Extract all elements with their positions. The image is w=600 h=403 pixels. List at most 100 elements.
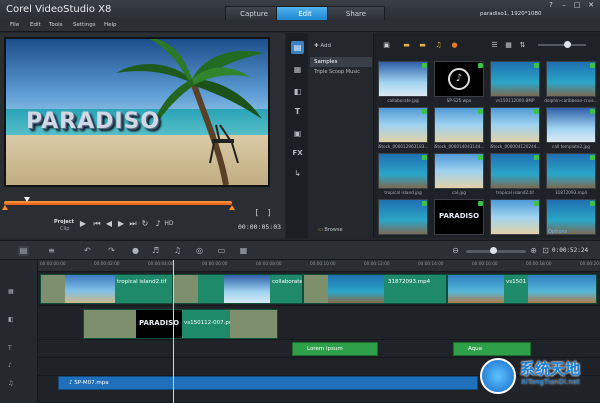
library-thumbnail[interactable]	[434, 153, 484, 189]
record-capture-icon[interactable]: ●	[130, 246, 141, 256]
clip-mode-label[interactable]: Clip	[60, 226, 69, 232]
clip-thumbnail	[528, 275, 596, 303]
library-thumbnail[interactable]	[378, 61, 428, 97]
instant-project-icon[interactable]: ▦	[291, 63, 304, 76]
overlay-track-icon[interactable]: ◧	[8, 316, 14, 323]
timeline-view-icon[interactable]: ≡	[46, 246, 57, 256]
repeat-icon[interactable]: ↻	[140, 219, 150, 229]
menu-help[interactable]: Help	[104, 22, 117, 28]
preview-window[interactable]: PARADISO	[4, 37, 270, 187]
scrub-handle[interactable]	[23, 197, 30, 202]
auto-music-icon[interactable]: ♫	[172, 246, 183, 256]
library-thumbnail[interactable]	[490, 107, 540, 143]
motion-tracking-icon[interactable]: ◎	[194, 246, 205, 256]
subtitle-editor-icon[interactable]: ▭	[216, 246, 227, 256]
sound-mixer-icon[interactable]: ♬	[150, 246, 161, 256]
video-track-icon[interactable]: ▦	[8, 288, 14, 295]
title-clip-lorem-ipsum[interactable]: Lorem ipsum	[292, 342, 378, 356]
thumbnail-label: vs150112000.BMP	[495, 98, 535, 103]
watermark-logo	[480, 358, 516, 394]
hd-toggle[interactable]: HD	[164, 219, 174, 229]
options-button[interactable]: Options	[548, 229, 567, 235]
zoom-in-icon[interactable]: ⊕	[528, 246, 539, 256]
redo-icon[interactable]: ↷	[106, 246, 117, 256]
tab-edit[interactable]: Edit	[276, 6, 334, 20]
audio-file-icon: ♪	[448, 68, 470, 90]
menu-tools[interactable]: Tools	[49, 22, 63, 28]
clip-label: vs1501	[506, 279, 527, 285]
used-check-icon	[590, 201, 595, 206]
library-thumbnail[interactable]	[490, 61, 540, 97]
library-thumbnail[interactable]	[546, 153, 596, 189]
zoom-out-icon[interactable]: ⊖	[450, 246, 461, 256]
ruler-tick-label: 00:00:12:00	[364, 261, 390, 266]
mark-in-icon[interactable]: [	[252, 208, 262, 218]
end-icon[interactable]: ⏭	[128, 219, 138, 229]
add-folder-button[interactable]: ✚ Add	[314, 43, 331, 49]
library-thumbnail[interactable]	[378, 153, 428, 189]
fit-project-icon[interactable]: ⊡	[540, 246, 551, 256]
used-check-icon	[478, 63, 483, 68]
app-title: Corel VideoStudio X8	[6, 4, 112, 15]
transition-icon[interactable]: ◧	[291, 85, 304, 98]
library-thumbnail[interactable]	[546, 107, 596, 143]
multi-camera-icon[interactable]: ▦	[238, 246, 249, 256]
library-thumbnail[interactable]	[490, 199, 540, 235]
video-clip-31872093[interactable]: 31872093.mp4	[303, 274, 447, 304]
music-clip[interactable]: ♪ SP-M07.mpa	[58, 376, 478, 390]
library-thumbnail[interactable]: PARADISO	[434, 199, 484, 235]
media-icon[interactable]: ▤	[291, 41, 304, 54]
undo-icon[interactable]: ↶	[82, 246, 93, 256]
next-frame-icon[interactable]: ▶	[116, 219, 126, 229]
folder-item-triple-scoop[interactable]: Triple Scoop Music	[310, 69, 360, 75]
library-thumbnail[interactable]	[546, 61, 596, 97]
menu-edit[interactable]: Edit	[30, 22, 41, 28]
library-thumbnail[interactable]	[378, 107, 428, 143]
overlay-clip[interactable]: PARADISO vs150112-007.png	[83, 309, 278, 339]
library-thumbnail[interactable]	[490, 153, 540, 189]
video-clip-vs1501[interactable]: vs1501	[447, 274, 597, 304]
library-thumbnail[interactable]	[378, 199, 428, 235]
help-button[interactable]: ?	[546, 1, 556, 10]
maximize-button[interactable]: □	[572, 1, 582, 10]
folder-item-samples[interactable]: Samples	[310, 57, 372, 67]
zoom-handle[interactable]	[490, 247, 497, 254]
video-clip-tropical-island[interactable]: tropical island2.tif	[40, 274, 173, 304]
prev-frame-icon[interactable]: ◀	[104, 219, 114, 229]
browse-button[interactable]: ▭ Browse	[318, 227, 343, 233]
tab-capture[interactable]: Capture	[225, 6, 283, 20]
project-mode-label[interactable]: Project	[54, 219, 74, 225]
title-icon[interactable]: T	[291, 105, 304, 118]
player-timecode[interactable]: 00:00:05:03	[238, 223, 281, 231]
music-track-icon[interactable]: ♫	[8, 380, 13, 387]
trim-start-marker[interactable]	[2, 205, 8, 210]
menu-settings[interactable]: Settings	[73, 22, 96, 28]
video-clip-collaborate[interactable]: collaborate	[173, 274, 303, 304]
library-category-bar: ▤ ▦ ◧ T ▣ FX ↳	[286, 33, 308, 238]
ruler-tick-label: 00:00:10:00	[310, 261, 336, 266]
timeline-ruler[interactable]: 00:00:00:00 00:00:02:00 00:00:04:00 00:00:0…	[38, 260, 600, 272]
tab-share[interactable]: Share	[327, 6, 385, 20]
voice-track-icon[interactable]: ♪	[8, 362, 12, 369]
trim-end-marker[interactable]	[229, 205, 235, 210]
thumbnail-grid: collaborate.jpg ♪ SP-S25.wpa vs150112000.BM…	[374, 33, 600, 238]
title-track-icon[interactable]: T	[8, 345, 12, 352]
play-icon[interactable]: ▶	[78, 219, 88, 229]
watermark-text: 系统天地	[520, 360, 581, 378]
graphics-icon[interactable]: ▣	[291, 127, 304, 140]
library-thumbnail[interactable]: ♪	[434, 61, 484, 97]
library-thumbnail[interactable]	[434, 107, 484, 143]
close-button[interactable]: ✕	[586, 1, 596, 10]
minimize-button[interactable]: –	[559, 1, 569, 10]
volume-icon[interactable]: ♪	[153, 219, 163, 229]
path-icon[interactable]: ↳	[291, 167, 304, 180]
home-icon[interactable]: ⏮	[92, 219, 102, 229]
clip-thumbnail	[224, 275, 270, 303]
menu-file[interactable]: File	[10, 22, 19, 28]
filter-fx-icon[interactable]: FX	[291, 147, 304, 160]
mark-out-icon[interactable]: ]	[264, 208, 274, 218]
timeline-playhead[interactable]	[173, 260, 174, 403]
thumbnail-label: tropical island.jpg	[384, 190, 422, 195]
storyboard-view-icon[interactable]: ▤	[18, 246, 29, 256]
title-clip-aqua[interactable]: Aqua	[453, 342, 531, 356]
